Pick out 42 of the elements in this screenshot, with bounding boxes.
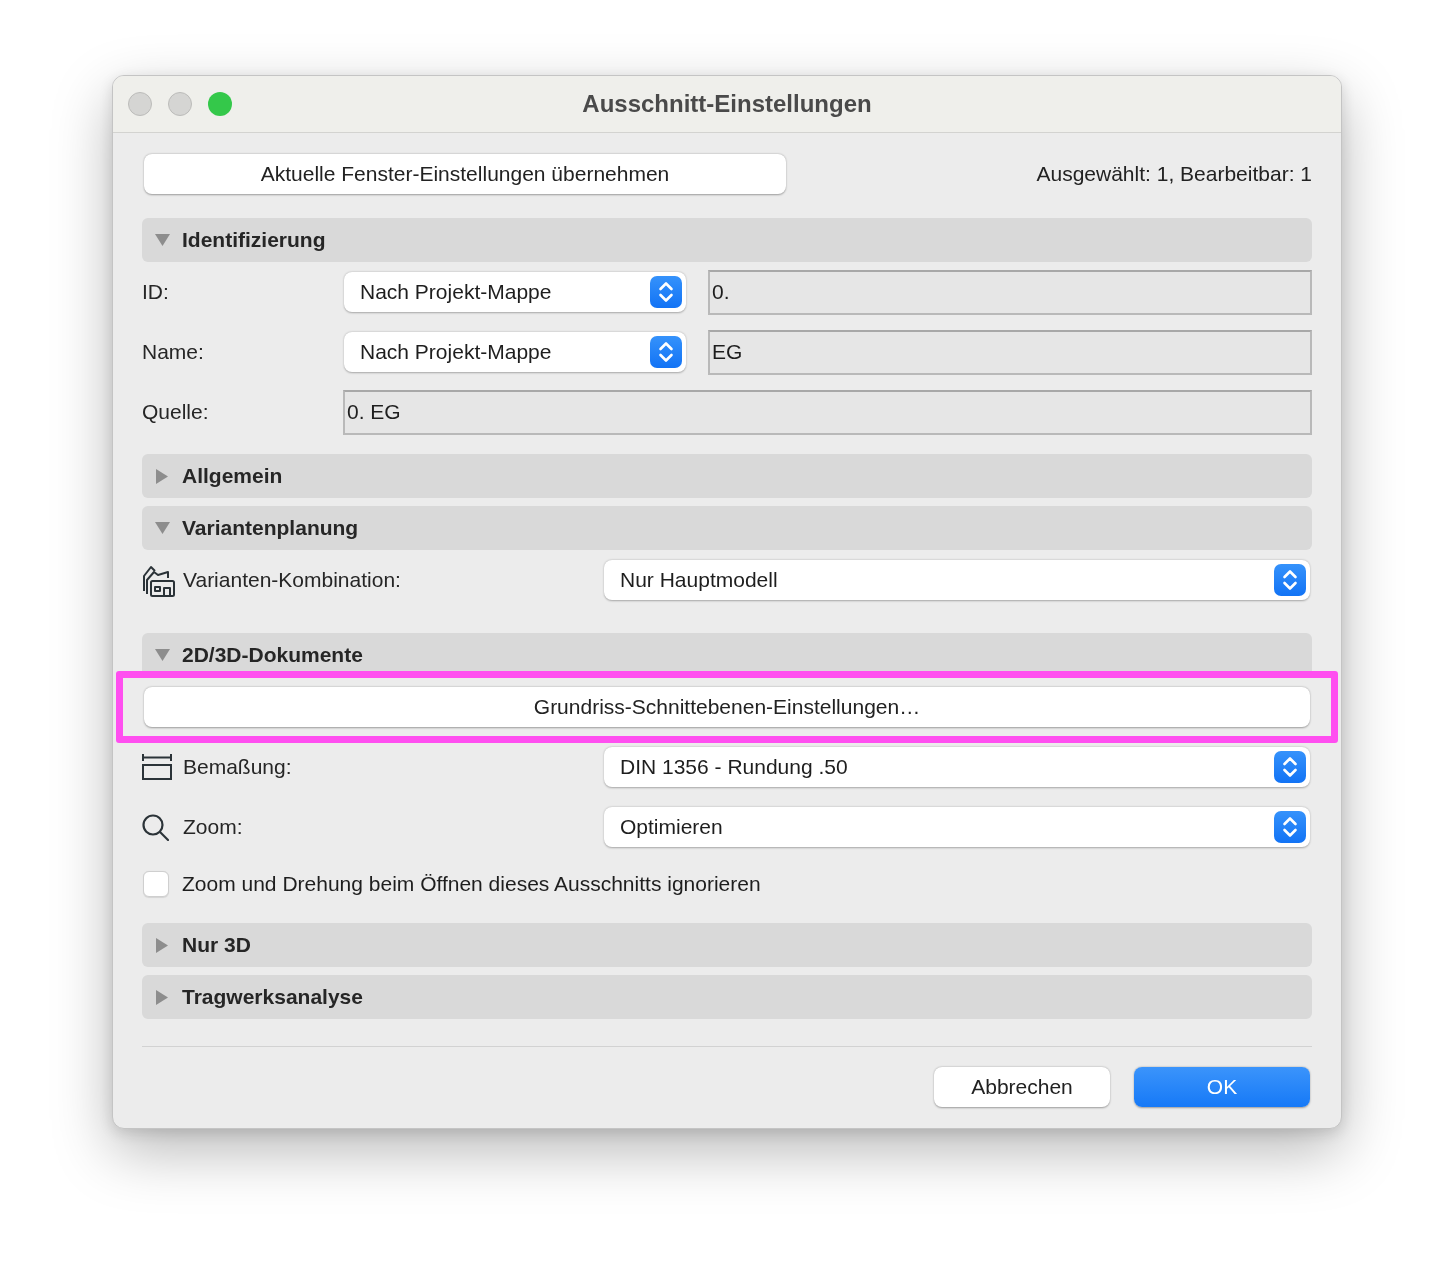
dimension-icon [142, 754, 172, 780]
up-down-chevron-icon [1274, 564, 1306, 596]
window-zoom-button[interactable] [208, 92, 232, 116]
text-field[interactable]: 0. [708, 269, 1312, 315]
search-icon [142, 813, 169, 841]
field-label: ID: [142, 280, 170, 304]
field-label: Name: [142, 340, 205, 364]
disclosure-triangle-icon[interactable] [154, 234, 170, 246]
field-label: Quelle: [142, 400, 210, 424]
section-header[interactable]: Variantenplanung [142, 506, 1312, 550]
section-header[interactable]: Tragwerksanalyse [142, 975, 1312, 1019]
section-header[interactable]: Allgemein [142, 454, 1312, 498]
disclosure-triangle-icon[interactable] [154, 649, 170, 661]
selection-count-text: Ausgewählt: 1, Bearbeitbar: 1 [1036, 162, 1312, 186]
disclosure-triangle-icon[interactable] [154, 522, 170, 534]
popup-button[interactable]: Nach Projekt-Mappe [344, 272, 686, 312]
popup-button[interactable]: Nach Projekt-Mappe [344, 332, 686, 372]
disclosure-triangle-icon[interactable] [156, 989, 168, 1005]
up-down-chevron-icon [1274, 811, 1306, 843]
window-title: Ausschnitt-Einstellungen [582, 90, 872, 118]
section-header[interactable]: Identifizierung [142, 218, 1312, 262]
checkbox-label: Zoom und Drehung beim Öffnen dieses Ausschnitts ignorieren [182, 872, 761, 896]
popup-button[interactable]: DIN 1356 - Rundung .50 [604, 747, 1310, 787]
house-stack-icon [142, 563, 176, 597]
popup-button[interactable]: Nur Hauptmodell [604, 560, 1310, 600]
up-down-chevron-icon [1274, 751, 1306, 783]
disclosure-triangle-icon[interactable] [156, 937, 168, 953]
section-header[interactable]: Nur 3D [142, 923, 1312, 967]
settings-button[interactable]: Grundriss-Schnittebenen-Einstellungen… [144, 687, 1310, 727]
checkbox[interactable] [143, 871, 169, 897]
default-button[interactable]: OK [1134, 1067, 1310, 1107]
field-label: Zoom: [183, 815, 243, 839]
apply-settings-button[interactable]: Aktuelle Fenster-Einstellungen übernehmen [144, 154, 786, 194]
up-down-chevron-icon [650, 276, 682, 308]
cancel-button[interactable]: Abbrechen [934, 1067, 1110, 1107]
disclosure-triangle-icon[interactable] [156, 468, 168, 484]
popup-button[interactable]: Optimieren [604, 807, 1310, 847]
up-down-chevron-icon [650, 336, 682, 368]
field-label: Varianten-Kombination: [183, 568, 401, 592]
text-field[interactable]: 0. EG [343, 389, 1312, 435]
text-field[interactable]: EG [708, 329, 1312, 375]
field-label: Bemaßung: [183, 755, 292, 779]
